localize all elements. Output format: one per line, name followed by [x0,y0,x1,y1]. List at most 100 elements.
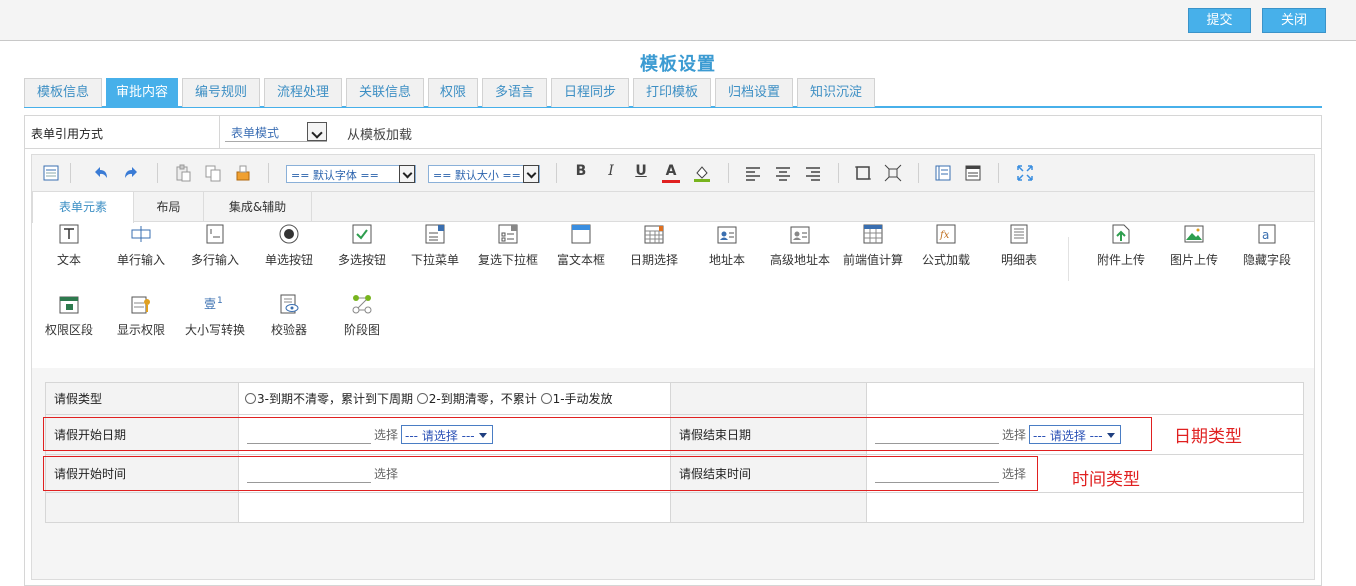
load-from-template-link[interactable]: 从模板加载 [347,124,412,143]
widget-radio-button[interactable]: 单选按钮 [252,223,326,273]
copy-icon[interactable] [204,164,222,182]
subtab-integration[interactable]: 集成&辅助 [204,192,312,222]
widget-label: 图片上传 [1169,253,1218,267]
font-family-select[interactable]: == 默认字体 == [286,165,416,183]
form-mode-select[interactable]: 表单模式 [225,122,327,142]
widget-label: 前端值计算 [842,253,903,267]
stage-diagram-icon [352,295,372,314]
bold-button[interactable]: B [572,163,590,179]
widget-date-picker[interactable]: 日期选择 [617,223,691,273]
widget-label: 权限区段 [44,323,93,337]
font-size-select[interactable]: == 默认大小 == [428,165,540,183]
redo-icon[interactable] [122,164,140,182]
widget-formula[interactable]: fx 公式加载 [909,223,983,273]
leave-type-radio-group[interactable]: 3-到期不清零，累计到下周期 2-到期清零，不累计 1-手动发放 [245,392,613,406]
hidden-field-icon: a [1258,224,1276,244]
widget-single-line-input[interactable]: 单行输入 [104,223,178,273]
toolbar-separator [918,163,919,183]
fill-color-icon[interactable] [693,164,711,182]
radio-option-1[interactable] [540,393,552,404]
validator-icon [280,294,299,314]
subtab-layout[interactable]: 布局 [134,192,204,222]
rich-text-icon [571,224,591,244]
empty-cell [45,492,239,523]
table-icon[interactable] [964,164,982,182]
widget-stage-diagram[interactable]: 阶段图 [325,293,399,343]
widget-text[interactable]: 文本 [32,223,106,273]
widget-rich-text[interactable]: 富文本框 [544,223,618,273]
widget-case-convert[interactable]: 壹1 大小写转换 [178,293,252,343]
paste-icon[interactable] [174,164,192,182]
select-all-icon[interactable] [854,164,872,182]
widget-image-upload[interactable]: 图片上传 [1157,223,1231,273]
dropdown-menu-icon [425,224,445,244]
svg-text:壹: 壹 [204,297,216,311]
image-upload-icon [1184,225,1204,243]
tab-knowledge[interactable]: 知识沉淀 [797,78,875,107]
subtab-form-elements[interactable]: 表单元素 [32,192,134,223]
empty-cell [866,382,1304,415]
chevron-down-icon[interactable] [399,165,415,183]
radio-option-3-label: 3-到期不清零，累计到下周期 [257,392,413,406]
widget-label: 高级地址本 [769,253,830,267]
widget-multi-line-input[interactable]: 多行输入 [178,223,252,273]
widget-label: 日期选择 [629,253,678,267]
tab-multi-language[interactable]: 多语言 [482,78,547,107]
widget-multi-select-dropdown[interactable]: 复选下拉框 [471,223,545,273]
source-icon[interactable] [42,164,60,182]
widget-address-book[interactable]: 地址本 [690,223,764,273]
widget-display-permission[interactable]: 显示权限 [104,293,178,343]
widget-dropdown-menu[interactable]: 下拉菜单 [398,223,472,273]
chevron-down-icon[interactable] [307,122,327,141]
radio-option-2[interactable] [416,393,428,404]
date-type-highlight-box [43,417,1152,451]
page-title: 模板设置 [640,54,716,75]
widget-hidden-field[interactable]: a 隐藏字段 [1230,223,1304,273]
widget-palette: 文本 单行输入 多行输入 单选按钮 多选按钮 下拉菜单 复选下拉框 富文本框 日… [32,223,1314,368]
insert-row-icon[interactable] [934,164,952,182]
submit-button[interactable]: 提交 [1188,8,1251,33]
tab-print-template[interactable]: 打印模板 [633,78,711,107]
widget-validator[interactable]: 校验器 [252,293,326,343]
underline-button[interactable]: U [632,163,650,179]
detail-table-icon [1010,224,1028,244]
tab-schedule-sync[interactable]: 日程同步 [551,78,629,107]
align-center-icon[interactable] [774,164,792,182]
align-right-icon[interactable] [804,164,822,182]
chevron-down-icon[interactable] [523,165,539,183]
tab-numbering-rules[interactable]: 编号规则 [182,78,260,107]
font-color-button[interactable]: A [662,163,680,183]
leave-form-table: 请假类型 3-到期不清零，累计到下周期 2-到期清零，不累计 1-手动发放 请假… [45,382,1304,523]
widget-checkbox[interactable]: 多选按钮 [325,223,399,273]
tab-archive-settings[interactable]: 归档设置 [715,78,793,107]
radio-option-3[interactable] [245,393,256,404]
widget-advanced-address-book[interactable]: 高级地址本 [763,223,837,273]
fit-icon[interactable] [884,164,902,182]
widget-label: 多行输入 [190,253,239,267]
widget-permission-section[interactable]: 权限区段 [32,293,106,343]
format-painter-icon[interactable] [234,164,252,182]
tab-related-info[interactable]: 关联信息 [346,78,424,107]
widget-detail-table[interactable]: 明细表 [982,223,1056,273]
italic-button[interactable]: I [602,163,620,179]
undo-icon[interactable] [92,164,110,182]
empty-cell [670,492,867,523]
fullscreen-icon[interactable] [1016,164,1034,182]
toolbar-separator [728,163,729,183]
tab-template-info[interactable]: 模板信息 [24,78,102,107]
tab-flow-handling[interactable]: 流程处理 [264,78,342,107]
attachment-upload-icon [1112,224,1130,244]
align-left-icon[interactable] [744,164,762,182]
widget-label: 公式加载 [921,253,970,267]
widget-attachment-upload[interactable]: 附件上传 [1084,223,1158,273]
widget-calculator[interactable]: 前端值计算 [836,223,910,273]
close-button[interactable]: 关闭 [1262,8,1326,33]
toolbar-separator [157,163,158,183]
permission-section-icon [59,296,79,314]
widget-label: 单行输入 [116,253,165,267]
form-editor: == 默认字体 == == 默认大小 == B I U A 表单元素 布局 集成… [31,154,1315,580]
widget-label: 单选按钮 [264,253,313,267]
advanced-address-book-icon [790,226,810,244]
tab-permissions[interactable]: 权限 [428,78,478,107]
tab-approval-content[interactable]: 审批内容 [106,78,178,107]
